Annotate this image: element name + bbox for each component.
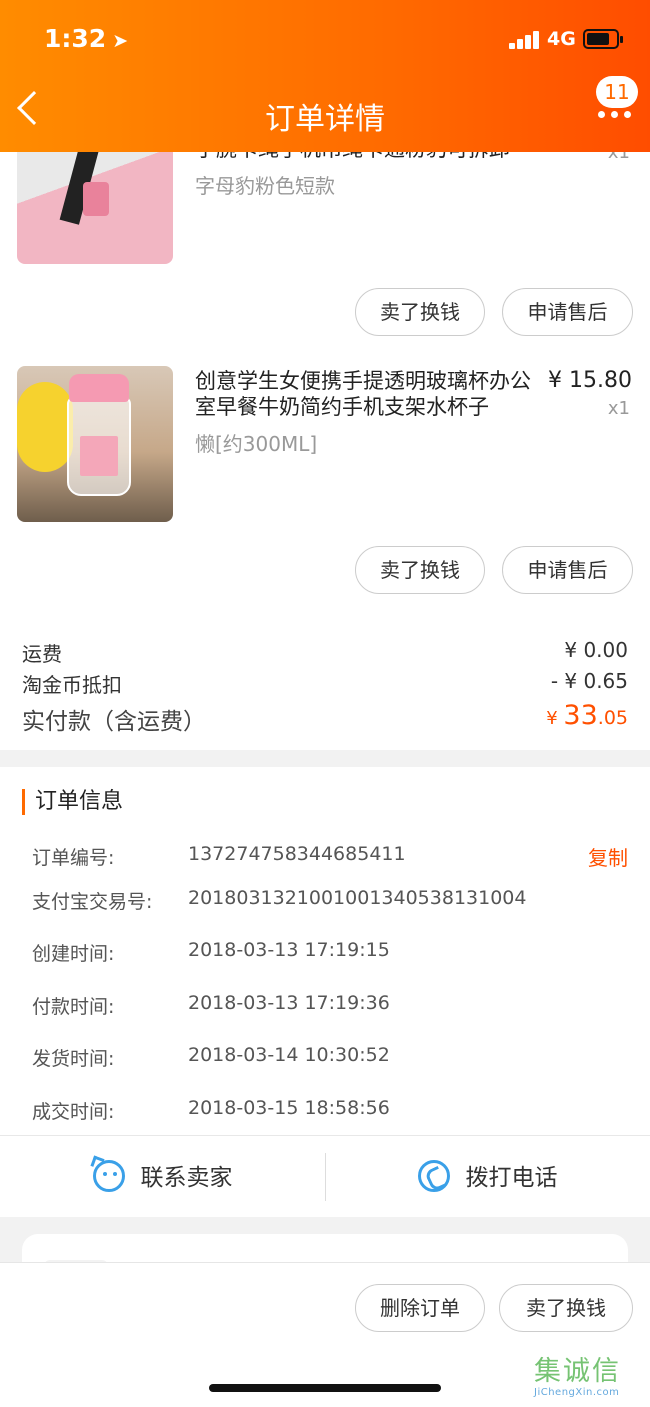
network-type: 4G <box>547 28 576 50</box>
completed-time-row: 成交时间: 2018-03-15 18:58:56 <box>32 1097 390 1123</box>
product-qty: x1 <box>607 398 630 419</box>
signal-icon <box>509 31 541 49</box>
after-sale-button[interactable]: 申请售后 <box>502 288 633 336</box>
alipay-trade-row: 支付宝交易号: 2018031321001001340538131004 <box>32 887 527 913</box>
contact-seller-button[interactable]: 联系卖家 <box>0 1137 325 1219</box>
home-indicator[interactable] <box>209 1384 441 1392</box>
after-sale-button[interactable]: 申请售后 <box>502 546 633 594</box>
shipped-time-row: 发货时间: 2018-03-14 10:30:52 <box>32 1044 390 1070</box>
total-amount: ¥ 33.05 <box>546 700 628 731</box>
product-name[interactable]: 创意学生女便携手提透明玻璃杯办公室早餐牛奶简约手机支架水杯子 <box>195 368 550 420</box>
product-list: 子腕卡绳手机吊绳卡通粉豹可拆卸 字母豹粉色短款 x1 卖了换钱 申请售后 创意学… <box>0 108 650 750</box>
shipping-row: 运费 ¥ 0.00 <box>22 638 628 667</box>
coin-deduction-row: 淘金币抵扣 - ¥ 0.65 <box>22 669 628 698</box>
order-info-section: 订单信息 订单编号: 137274758344685411 复制 支付宝交易号: 2… <box>0 767 650 1217</box>
location-arrow-icon: ➤ <box>112 30 129 52</box>
shipping-label: 运费 <box>22 642 62 666</box>
page-title: 订单详情 <box>265 102 385 137</box>
chat-face-icon <box>92 1159 125 1192</box>
message-count-badge[interactable]: 11 <box>596 76 638 108</box>
battery-icon <box>583 29 623 49</box>
product-image[interactable] <box>17 366 173 522</box>
status-time: 1:32 ➤ <box>44 24 129 53</box>
product-sku: 字母豹粉色短款 <box>195 174 335 198</box>
sell-button[interactable]: 卖了换钱 <box>355 288 485 336</box>
more-icon[interactable] <box>598 111 632 119</box>
coin-value: - ¥ 0.65 <box>550 669 628 693</box>
divider <box>0 1135 650 1136</box>
order-number-row: 订单编号: 137274758344685411 <box>32 843 406 869</box>
sell-button[interactable]: 卖了换钱 <box>499 1284 633 1332</box>
watermark-logo: 集诚信 JiChengXin.com <box>534 1356 621 1399</box>
product-price: ¥ 15.80 <box>548 368 632 393</box>
bottom-action-bar: 删除订单 卖了换钱 集诚信 JiChengXin.com <box>0 1262 650 1407</box>
sell-button[interactable]: 卖了换钱 <box>355 546 485 594</box>
header-bar: 1:32 ➤ 4G 订单详情 11 <box>0 0 650 152</box>
copy-button[interactable]: 复制 <box>588 842 628 871</box>
paid-time-row: 付款时间: 2018-03-13 17:19:36 <box>32 992 390 1018</box>
created-time-row: 创建时间: 2018-03-13 17:19:15 <box>32 939 390 965</box>
total-label: 实付款（含运费） <box>22 709 206 735</box>
delete-order-button[interactable]: 删除订单 <box>355 1284 485 1332</box>
product-sku: 懒[约300ML] <box>195 432 318 456</box>
call-phone-button[interactable]: 拨打电话 <box>325 1137 650 1219</box>
coin-label: 淘金币抵扣 <box>22 673 122 697</box>
shipping-value: ¥ 0.00 <box>564 638 628 662</box>
order-info-title: 订单信息 <box>22 789 123 815</box>
phone-icon <box>417 1159 450 1192</box>
